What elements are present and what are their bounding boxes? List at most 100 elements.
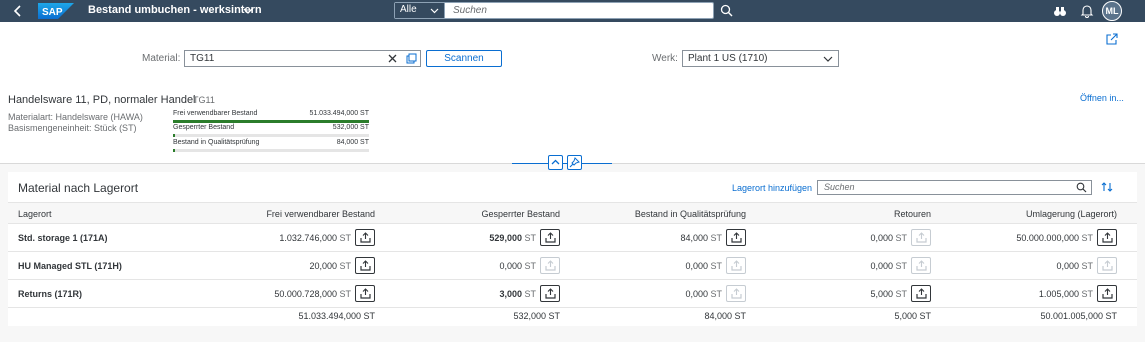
stock-unit: ST (524, 233, 536, 243)
material-field[interactable]: TG11 (184, 50, 421, 67)
stock-unit: ST (895, 233, 907, 243)
table-search-placeholder: Suchen (824, 182, 855, 192)
back-icon[interactable] (10, 3, 26, 19)
stock-unit: ST (339, 261, 351, 271)
table-header: Lagerort Frei verwendbarer Bestand Gespe… (8, 202, 1137, 224)
stock-bar-blocked: Gesperrter Bestand 532,000 ST (173, 124, 369, 138)
global-search[interactable]: Alle Suchen (394, 2, 714, 19)
column-header[interactable]: Lagerort (18, 209, 52, 219)
total-value: 51.033.494,000 ST (298, 311, 375, 321)
stock-cell: 84,000 ST (680, 233, 722, 243)
storage-location-panel: Material nach Lagerort Lagerort hinzufüg… (8, 172, 1137, 326)
transfer-stock-button[interactable] (726, 229, 746, 246)
user-avatar[interactable]: ML (1102, 1, 1122, 21)
search-input[interactable]: Suchen (453, 5, 487, 16)
material-value: TG11 (190, 53, 215, 64)
stock-unit: ST (895, 289, 907, 299)
stock-unit: ST (1081, 233, 1093, 243)
value-help-icon[interactable] (406, 53, 417, 64)
stock-quantity: 3,000 (499, 289, 522, 299)
transfer-stock-button[interactable] (1097, 229, 1117, 246)
pin-icon (569, 157, 580, 168)
plant-value: Plant 1 US (1710) (688, 53, 768, 64)
stock-bar-label: Frei verwendbarer Bestand (173, 110, 258, 117)
share-icon[interactable] (1106, 33, 1118, 45)
column-header[interactable]: Frei verwendbarer Bestand (266, 209, 375, 219)
stock-cell: 0,000 ST (499, 261, 536, 271)
stock-cell: 1.005,000 ST (1039, 289, 1093, 299)
column-header[interactable]: Bestand in Qualitätsprüfung (635, 209, 746, 219)
binoculars-icon[interactable] (1053, 4, 1067, 18)
transfer-stock-button[interactable] (911, 229, 931, 246)
stock-unit: ST (1081, 289, 1093, 299)
table-search-input[interactable]: Suchen (817, 180, 1092, 195)
stock-bar-quality: Bestand in Qualitätsprüfung 84,000 ST (173, 139, 369, 153)
total-value: 5,000 ST (894, 311, 931, 321)
stock-unit: ST (710, 261, 722, 271)
transfer-stock-button[interactable] (540, 257, 560, 274)
stock-quantity: 0,000 (1056, 261, 1079, 271)
transfer-stock-button[interactable] (355, 229, 375, 246)
open-in-link[interactable]: Öffnen in... (1080, 93, 1124, 103)
storage-location-name: Std. storage 1 (171A) (18, 233, 108, 243)
scan-button[interactable]: Scannen (426, 50, 502, 67)
stock-bar-fill (173, 120, 369, 123)
stock-cell: 0,000 ST (1056, 261, 1093, 271)
stock-quantity: 5,000 (870, 289, 893, 299)
table-row[interactable]: Std. storage 1 (171A) 1.032.746,000 ST 529… (8, 224, 1137, 252)
total-value: 84,000 ST (704, 311, 746, 321)
stock-quantity: 529,000 (489, 233, 522, 243)
stock-quantity: 1.005,000 (1038, 289, 1079, 299)
notification-bell-icon[interactable] (1080, 4, 1094, 18)
table-row[interactable]: HU Managed STL (171H) 20,000 ST 0,000 ST 0,… (8, 252, 1137, 280)
clear-icon[interactable] (388, 54, 397, 63)
transfer-stock-button[interactable] (726, 257, 746, 274)
stock-unit: ST (339, 289, 351, 299)
search-icon[interactable] (720, 4, 733, 17)
stock-bar-label: Gesperrter Bestand (173, 124, 235, 131)
stock-cell: 5,000 ST (870, 289, 907, 299)
material-id: TG11 (193, 95, 215, 105)
transfer-stock-button[interactable] (1097, 257, 1117, 274)
stock-bar-fill (173, 134, 176, 137)
stock-quantity: 20,000 (309, 261, 337, 271)
app-title[interactable]: Bestand umbuchen - werksintern (88, 4, 262, 16)
chevron-up-icon (551, 159, 560, 165)
sort-icon[interactable] (1101, 181, 1113, 193)
chevron-down-icon[interactable] (243, 5, 253, 17)
total-value: 50.001.005,000 ST (1040, 311, 1117, 321)
stock-unit: ST (339, 233, 351, 243)
table-row[interactable]: Returns (171R) 50.000.728,000 ST 3,000 ST 0… (8, 280, 1137, 308)
stock-bar-fill (173, 149, 175, 152)
search-scope-value: Alle (400, 4, 417, 15)
transfer-stock-button[interactable] (355, 285, 375, 302)
stock-cell: 20,000 ST (309, 261, 351, 271)
filter-bar: Material: TG11 Scannen Werk: Plant 1 US … (0, 22, 1145, 86)
transfer-stock-button[interactable] (355, 257, 375, 274)
stock-quantity: 50.000.000,000 (1016, 233, 1079, 243)
svg-text:SAP: SAP (42, 7, 63, 18)
transfer-stock-button[interactable] (540, 285, 560, 302)
stock-quantity: 1.032.746,000 (279, 233, 337, 243)
stock-cell: 50.000.728,000 ST (274, 289, 351, 299)
column-header[interactable]: Gesperrter Bestand (481, 209, 560, 219)
stock-bar-value: 532,000 ST (332, 124, 369, 131)
search-scope-select[interactable]: Alle (395, 3, 445, 18)
plant-select[interactable]: Plant 1 US (1710) (682, 50, 839, 67)
transfer-stock-button[interactable] (726, 285, 746, 302)
material-label: Material: (142, 53, 181, 64)
search-icon[interactable] (1076, 182, 1087, 193)
transfer-stock-button[interactable] (911, 285, 931, 302)
sap-logo[interactable]: SAP (38, 3, 74, 19)
pin-header-button[interactable] (567, 155, 582, 170)
transfer-stock-button[interactable] (911, 257, 931, 274)
column-header[interactable]: Retouren (894, 209, 931, 219)
stock-bar-unrestricted: Frei verwendbarer Bestand 51.033.494,000… (173, 110, 369, 124)
transfer-stock-button[interactable] (540, 229, 560, 246)
column-header[interactable]: Umlagerung (Lagerort) (1026, 209, 1117, 219)
material-type: Materialart: Handelsware (HAWA) (8, 112, 143, 122)
collapse-header-button[interactable] (548, 155, 563, 170)
stock-unit: ST (524, 261, 536, 271)
add-storage-location-link[interactable]: Lagerort hinzufügen (732, 183, 812, 193)
transfer-stock-button[interactable] (1097, 285, 1117, 302)
